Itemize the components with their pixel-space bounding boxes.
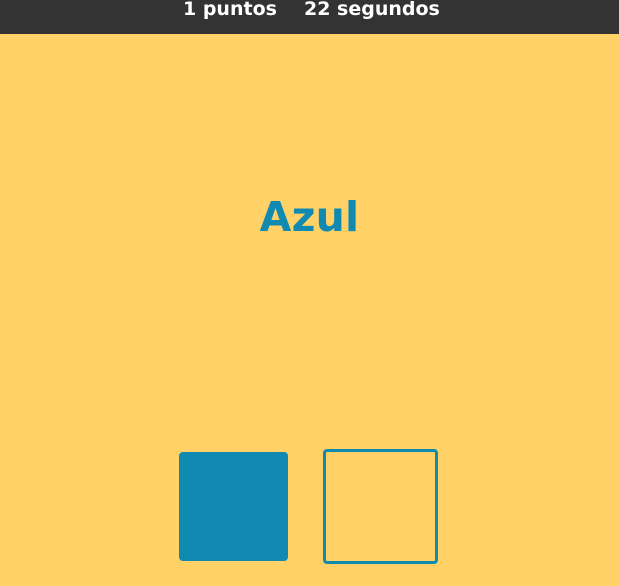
- color-word: Azul: [259, 193, 360, 241]
- timer-counter: 22 segundos: [304, 0, 440, 20]
- outlined-square-option[interactable]: [323, 449, 438, 564]
- game-area: Azul: [0, 34, 619, 586]
- blue-square-option[interactable]: [179, 452, 288, 561]
- score-bar: 1 puntos 22 segundos: [0, 0, 619, 34]
- points-counter: 1 puntos: [183, 0, 277, 20]
